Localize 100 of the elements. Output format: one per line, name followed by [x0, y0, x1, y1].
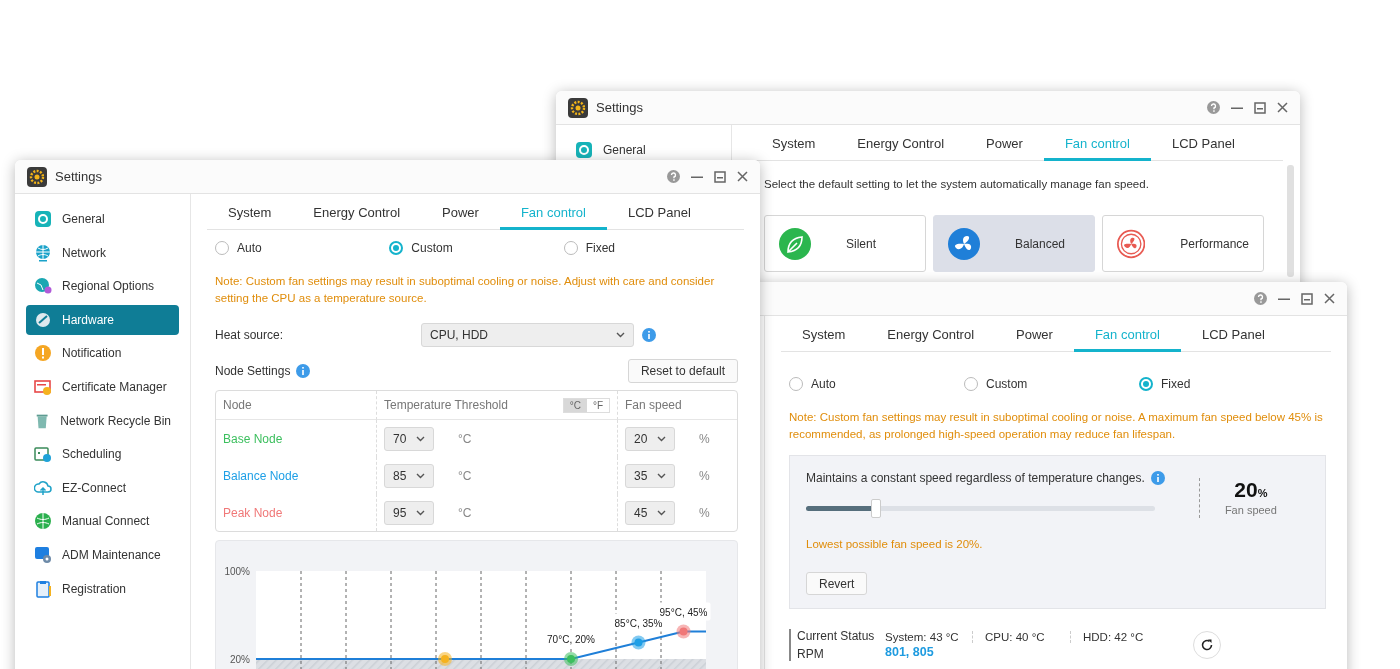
tab[interactable]: Power [995, 320, 1074, 352]
help-icon[interactable] [667, 170, 680, 183]
rpm-value: 801, 805 [885, 645, 934, 659]
globe-pin-icon [34, 277, 52, 296]
reset-button[interactable]: Reset to default [627, 359, 738, 383]
sidebar-item[interactable]: ADM Maintenance [26, 539, 179, 570]
sidebar-item[interactable]: Notification [26, 338, 179, 369]
description-text: Select the default setting to let the system automatically manage fan speed. [764, 178, 1150, 190]
sidebar-item[interactable]: Registration [26, 573, 179, 604]
tab[interactable]: LCD Panel [1150, 129, 1256, 161]
tab[interactable]: Power [421, 198, 500, 230]
fan-icon [1117, 227, 1146, 260]
caret-icon [657, 509, 666, 516]
mode-radio[interactable]: Auto [215, 241, 390, 255]
tab[interactable]: Energy Control [836, 129, 966, 161]
fan-speed-select[interactable]: 45 [625, 500, 675, 525]
fan-speed-select[interactable]: 35 [625, 463, 675, 488]
unit-label: °C [458, 505, 472, 520]
cloud-upload-icon [34, 478, 52, 497]
axis-label: 20% [230, 654, 250, 665]
temperature-reading: System: 43 °C [885, 631, 959, 643]
curve-node[interactable] [676, 624, 691, 639]
help-icon[interactable] [1254, 292, 1267, 305]
maximize-icon[interactable] [714, 170, 726, 183]
speed-value: 20 [1234, 478, 1258, 501]
globe-icon [34, 243, 52, 262]
curve-node[interactable] [564, 652, 578, 666]
gear-monitor-icon [34, 545, 52, 564]
caret-icon [657, 472, 666, 479]
info-icon[interactable] [642, 328, 656, 342]
sidebar-item[interactable]: General [567, 140, 654, 160]
sidebar-item[interactable]: Network [26, 237, 179, 268]
tab[interactable]: LCD Panel [1180, 320, 1286, 352]
mode-radio[interactable]: Auto [789, 377, 964, 391]
temperature-select[interactable]: 95 [384, 500, 434, 525]
tab[interactable]: System [781, 320, 867, 352]
scrollbar[interactable] [1287, 165, 1294, 277]
gear-app-icon [568, 97, 588, 118]
tab[interactable]: System [751, 129, 837, 161]
refresh-button[interactable] [1193, 631, 1221, 659]
close-icon[interactable] [737, 171, 748, 182]
unit-label: % [699, 468, 710, 483]
mode-radio[interactable]: Fixed [1139, 377, 1314, 391]
warning-note: Note: Custom fan settings may result in suboptimal cooling or noise. Adjust with care and consider setting the CPU as a temperature source. [215, 274, 716, 306]
sidebar-item[interactable]: EZ-Connect [26, 472, 179, 503]
sidebar-item[interactable]: Network Recycle Bin [26, 405, 179, 436]
current-temperature-marker[interactable] [438, 652, 452, 666]
unit-label: % [699, 505, 710, 520]
tab[interactable]: Energy Control [866, 320, 996, 352]
maximize-icon[interactable] [1254, 101, 1266, 114]
preset-card[interactable]: Silent [764, 215, 926, 272]
info-icon[interactable] [296, 364, 311, 378]
node-name: Balance Node [223, 468, 299, 483]
column-header: Fan speed [625, 398, 682, 412]
tab[interactable]: LCD Panel [606, 198, 712, 230]
unit-label: °C [458, 468, 472, 483]
info-icon[interactable] [1150, 470, 1165, 485]
unit-toggle[interactable]: °C [563, 398, 587, 412]
fan-speed-select[interactable]: 20 [625, 426, 675, 451]
mode-radio[interactable]: Custom [964, 377, 1139, 391]
node-name: Peak Node [223, 505, 283, 520]
column-header: Node [223, 398, 252, 412]
fan-speed-slider[interactable] [806, 498, 1155, 518]
mode-radio[interactable]: Fixed [563, 241, 738, 255]
maximize-icon[interactable] [1301, 292, 1313, 305]
preset-card[interactable]: Balanced [933, 215, 1095, 272]
field-label: Heat source: [215, 328, 285, 342]
temperature-reading: HDD: 42 °C [1083, 631, 1144, 643]
close-icon[interactable] [1324, 293, 1335, 304]
sidebar-item[interactable]: General [26, 204, 179, 234]
sidebar-item[interactable]: Hardware [26, 304, 179, 335]
warning-note: Note: Custom fan settings may result in suboptimal cooling or noise. A maximum fan speed below 45% is recommended, as prolonged high-speed operation may reduce fan lifespan. [789, 410, 1324, 442]
exclamation-icon [34, 344, 52, 363]
node-name: Base Node [223, 431, 283, 446]
sidebar-item[interactable]: Manual Connect [26, 506, 179, 537]
axis-label: 100% [224, 566, 250, 577]
sidebar-item[interactable]: Scheduling [26, 439, 179, 470]
temperature-reading: CPU: 40 °C [985, 631, 1045, 643]
caret-icon [416, 509, 425, 516]
mode-radio[interactable]: Custom [389, 241, 564, 255]
unit-label: % [699, 431, 710, 446]
temperature-select[interactable]: 70 [384, 426, 434, 451]
sidebar-item[interactable]: Regional Options [26, 271, 179, 302]
tab[interactable]: Power [965, 129, 1044, 161]
sidebar-item[interactable]: Certificate Manager [26, 371, 179, 402]
disc-icon [34, 310, 52, 329]
tab[interactable]: System [207, 198, 293, 230]
calendar-clock-icon [34, 445, 52, 464]
revert-button[interactable]: Revert [806, 572, 868, 595]
globe-icon [34, 512, 52, 531]
preset-card[interactable]: Performance [1102, 215, 1264, 272]
temperature-select[interactable]: 85 [384, 463, 434, 488]
heat-source-select[interactable]: CPU, HDD [421, 323, 634, 347]
help-icon[interactable] [1207, 101, 1220, 114]
column-header: Temperature Threshold [384, 398, 508, 412]
tab[interactable]: Energy Control [292, 198, 422, 230]
close-icon[interactable] [1277, 102, 1288, 113]
caret-icon [657, 435, 666, 442]
curve-node[interactable] [631, 635, 646, 650]
fan-icon [948, 227, 980, 260]
